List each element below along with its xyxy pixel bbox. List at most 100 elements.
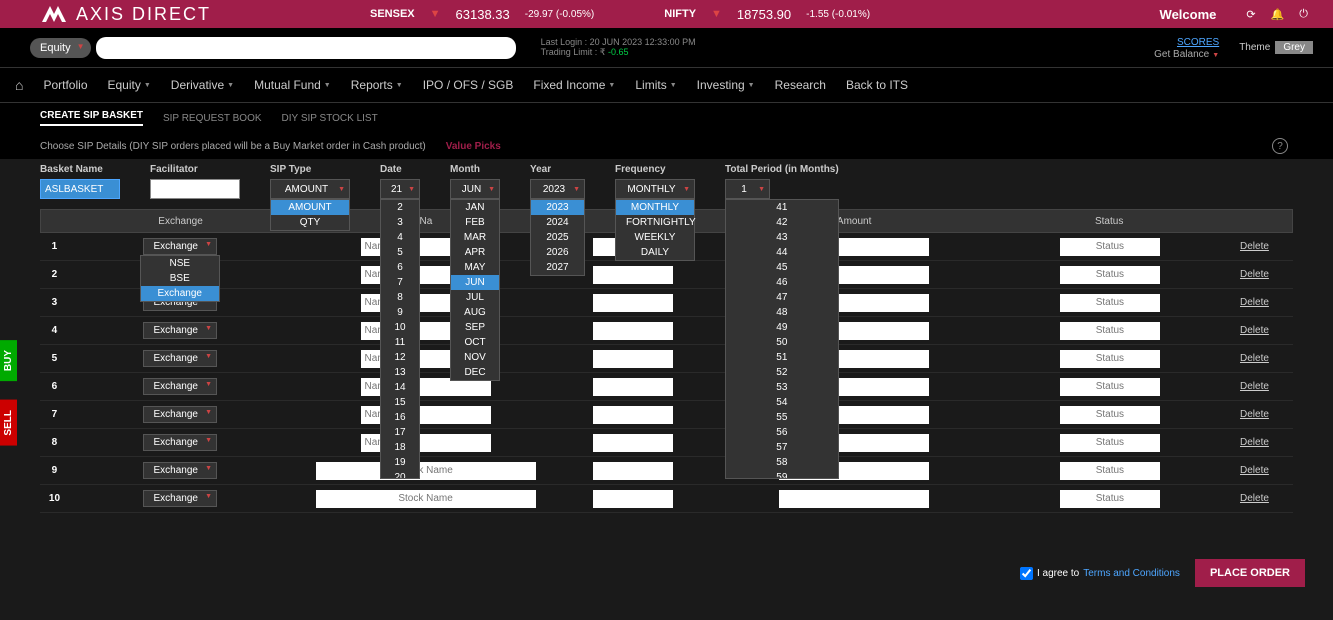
- option-15[interactable]: 15: [381, 395, 419, 410]
- option-11[interactable]: 11: [381, 335, 419, 350]
- option-51[interactable]: 51: [726, 350, 838, 365]
- option-jul[interactable]: JUL: [451, 290, 499, 305]
- qty-input[interactable]: [593, 462, 673, 480]
- exchange-select[interactable]: Exchange▼: [143, 406, 217, 423]
- option-44[interactable]: 44: [726, 245, 838, 260]
- option-aug[interactable]: AUG: [451, 305, 499, 320]
- nav-portfolio[interactable]: Portfolio: [43, 78, 87, 92]
- tab-create-sip[interactable]: CREATE SIP BASKET: [40, 110, 143, 126]
- delete-link[interactable]: Delete: [1240, 325, 1269, 336]
- option-monthly[interactable]: MONTHLY: [616, 200, 694, 215]
- terms-link[interactable]: Terms and Conditions: [1083, 568, 1180, 579]
- year-select[interactable]: 2023▼: [530, 179, 585, 199]
- basket-name-input[interactable]: [40, 179, 120, 199]
- qty-input[interactable]: [593, 322, 673, 340]
- option-41[interactable]: 41: [726, 200, 838, 215]
- month-select[interactable]: JUN▼: [450, 179, 500, 199]
- option-54[interactable]: 54: [726, 395, 838, 410]
- option-45[interactable]: 45: [726, 260, 838, 275]
- option-16[interactable]: 16: [381, 410, 419, 425]
- option-fortnightly[interactable]: FORTNIGHTLY: [616, 215, 694, 230]
- option-apr[interactable]: APR: [451, 245, 499, 260]
- search-input[interactable]: [96, 37, 516, 59]
- option-48[interactable]: 48: [726, 305, 838, 320]
- delete-link[interactable]: Delete: [1240, 353, 1269, 364]
- option-5[interactable]: 5: [381, 245, 419, 260]
- nav-mutual-fund[interactable]: Mutual Fund▼: [254, 78, 331, 92]
- option-feb[interactable]: FEB: [451, 215, 499, 230]
- bell-icon[interactable]: 🔔: [1271, 8, 1285, 21]
- theme-select[interactable]: Grey: [1275, 41, 1313, 54]
- option-jan[interactable]: JAN: [451, 200, 499, 215]
- nav-ipo-ofs-sgb[interactable]: IPO / OFS / SGB: [423, 78, 514, 92]
- exchange-select[interactable]: Exchange▼: [143, 350, 217, 367]
- option-2025[interactable]: 2025: [531, 230, 584, 245]
- exchange-option-bse[interactable]: BSE: [141, 271, 219, 286]
- option-20[interactable]: 20: [381, 470, 419, 479]
- option-50[interactable]: 50: [726, 335, 838, 350]
- exchange-option-exchange[interactable]: Exchange: [141, 286, 219, 301]
- stock-name-input[interactable]: [316, 462, 536, 480]
- stock-name-input[interactable]: [316, 490, 536, 508]
- option-13[interactable]: 13: [381, 365, 419, 380]
- logo[interactable]: AXIS DIRECT: [10, 4, 290, 25]
- delete-link[interactable]: Delete: [1240, 241, 1269, 252]
- exchange-select[interactable]: Exchange▼: [143, 322, 217, 339]
- date-select[interactable]: 21▼: [380, 179, 420, 199]
- qty-input[interactable]: [593, 490, 673, 508]
- delete-link[interactable]: Delete: [1240, 465, 1269, 476]
- delete-link[interactable]: Delete: [1240, 297, 1269, 308]
- option-14[interactable]: 14: [381, 380, 419, 395]
- nav-back-to-its[interactable]: Back to ITS: [846, 78, 908, 92]
- nav-limits[interactable]: Limits▼: [635, 78, 676, 92]
- option-7[interactable]: 7: [381, 275, 419, 290]
- amount-input[interactable]: [779, 490, 929, 508]
- nav-equity[interactable]: Equity▼: [108, 78, 151, 92]
- option-58[interactable]: 58: [726, 455, 838, 470]
- option-52[interactable]: 52: [726, 365, 838, 380]
- option-2023[interactable]: 2023: [531, 200, 584, 215]
- option-oct[interactable]: OCT: [451, 335, 499, 350]
- value-picks-link[interactable]: Value Picks: [446, 141, 501, 152]
- option-43[interactable]: 43: [726, 230, 838, 245]
- option-amount[interactable]: AMOUNT: [271, 200, 349, 215]
- option-49[interactable]: 49: [726, 320, 838, 335]
- agree-checkbox[interactable]: [1020, 567, 1033, 580]
- delete-link[interactable]: Delete: [1240, 409, 1269, 420]
- qty-input[interactable]: [593, 266, 673, 284]
- option-sep[interactable]: SEP: [451, 320, 499, 335]
- option-weekly[interactable]: WEEKLY: [616, 230, 694, 245]
- nav-derivative[interactable]: Derivative▼: [171, 78, 234, 92]
- nav-reports[interactable]: Reports▼: [351, 78, 403, 92]
- tab-sip-request[interactable]: SIP REQUEST BOOK: [163, 113, 262, 124]
- delete-link[interactable]: Delete: [1240, 269, 1269, 280]
- place-order-button[interactable]: PLACE ORDER: [1195, 559, 1305, 587]
- option-47[interactable]: 47: [726, 290, 838, 305]
- option-dec[interactable]: DEC: [451, 365, 499, 380]
- delete-link[interactable]: Delete: [1240, 381, 1269, 392]
- total-period-select[interactable]: 1▼: [725, 179, 770, 199]
- sell-button[interactable]: SELL: [0, 400, 17, 446]
- option-daily[interactable]: DAILY: [616, 245, 694, 260]
- home-icon[interactable]: ⌂: [15, 77, 23, 93]
- exchange-select[interactable]: Exchange▼: [143, 434, 217, 451]
- buy-button[interactable]: BUY: [0, 340, 17, 381]
- qty-input[interactable]: [593, 378, 673, 396]
- refresh-icon[interactable]: ⟳: [1246, 8, 1255, 21]
- qty-input[interactable]: [593, 434, 673, 452]
- option-3[interactable]: 3: [381, 215, 419, 230]
- option-46[interactable]: 46: [726, 275, 838, 290]
- exchange-option-nse[interactable]: NSE: [141, 256, 219, 271]
- power-icon[interactable]: ⏻: [1299, 8, 1308, 21]
- instrument-select[interactable]: Equity ▼: [30, 38, 91, 58]
- option-2026[interactable]: 2026: [531, 245, 584, 260]
- option-19[interactable]: 19: [381, 455, 419, 470]
- qty-input[interactable]: [593, 294, 673, 312]
- option-8[interactable]: 8: [381, 290, 419, 305]
- option-nov[interactable]: NOV: [451, 350, 499, 365]
- help-icon[interactable]: ?: [1272, 138, 1288, 154]
- option-56[interactable]: 56: [726, 425, 838, 440]
- option-4[interactable]: 4: [381, 230, 419, 245]
- nav-fixed-income[interactable]: Fixed Income▼: [533, 78, 615, 92]
- option-10[interactable]: 10: [381, 320, 419, 335]
